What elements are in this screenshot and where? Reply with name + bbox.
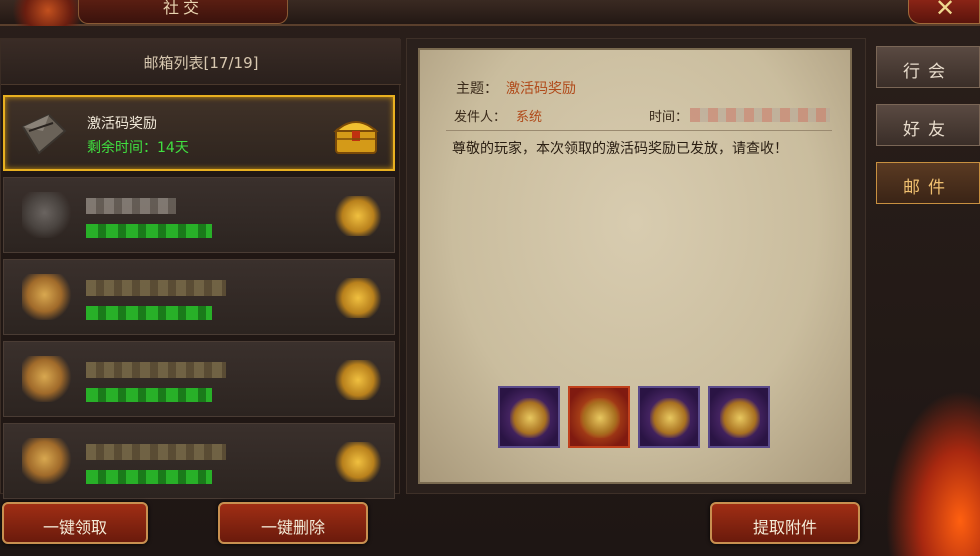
dragon-ornament-icon <box>0 0 80 26</box>
mail-item-icon <box>22 438 72 484</box>
treasure-chest-icon <box>334 278 382 318</box>
subject-label: 主题： <box>456 81 498 97</box>
tab-guild-label: 行会 <box>903 62 953 82</box>
mail-subject: 激活码奖励 <box>506 81 576 97</box>
attachment-slot[interactable] <box>498 386 560 448</box>
take-attachment-label: 提取附件 <box>752 518 817 537</box>
envelope-icon <box>21 113 67 155</box>
treasure-chest-icon <box>333 121 379 154</box>
mail-detail-parchment: 主题： 激活码奖励 发件人： 系统 时间： 尊敬的玩家，本次领取的激活码奖励已发… <box>418 48 852 484</box>
top-bar: 社交 ✕ <box>0 0 980 26</box>
game-window: 社交 ✕ 邮箱列表[17/19] 激活码奖励 剩余时间：14天 主题： 激活码奖… <box>0 0 980 556</box>
divider <box>446 130 832 131</box>
treasure-chest-icon <box>334 196 382 236</box>
tab-mail[interactable]: 邮件 <box>876 162 980 204</box>
claim-all-button[interactable]: 一键领取 <box>2 502 148 544</box>
fire-decoration <box>880 380 980 556</box>
window-title: 社交 <box>162 0 203 17</box>
tab-mail-label: 邮件 <box>903 178 953 198</box>
attachment-slot[interactable] <box>568 386 630 448</box>
mail-item-remaining-blurred <box>86 388 212 402</box>
tab-friends-label: 好友 <box>903 120 953 140</box>
mail-sender: 系统 <box>516 110 543 125</box>
mail-item-icon <box>22 356 72 402</box>
delete-all-label: 一键删除 <box>260 518 325 537</box>
attachment-item-icon <box>510 398 550 438</box>
mail-item-title-blurred <box>86 362 226 378</box>
attachment-slot[interactable] <box>638 386 700 448</box>
tab-friends[interactable]: 好友 <box>876 104 980 146</box>
mail-item-remaining-blurred <box>86 470 212 484</box>
mail-item-remaining: 剩余时间：14天 <box>87 140 189 156</box>
tab-guild[interactable]: 行会 <box>876 46 980 88</box>
take-attachment-button[interactable]: 提取附件 <box>710 502 860 544</box>
mail-item-remaining-blurred <box>86 224 212 238</box>
attachment-slot[interactable] <box>708 386 770 448</box>
mail-item-title-blurred <box>86 198 176 214</box>
mail-body: 尊敬的玩家，本次领取的激活码奖励已发放，请查收！ <box>452 141 788 157</box>
close-button[interactable]: ✕ <box>908 0 980 24</box>
mail-item[interactable] <box>3 423 395 499</box>
attachment-item-icon <box>580 398 620 438</box>
treasure-chest-icon <box>334 442 382 482</box>
delete-all-button[interactable]: 一键删除 <box>218 502 368 544</box>
treasure-chest-icon <box>334 360 382 400</box>
mail-item-title-blurred <box>86 280 226 296</box>
close-icon: ✕ <box>935 0 956 22</box>
mail-item[interactable] <box>3 177 395 253</box>
mail-list-panel: 邮箱列表[17/19] 激活码奖励 剩余时间：14天 <box>0 38 401 499</box>
mail-item[interactable] <box>3 341 395 417</box>
mail-item-remaining-blurred <box>86 306 212 320</box>
mail-item-title: 激活码奖励 <box>87 116 157 132</box>
sender-label: 发件人： <box>454 110 507 125</box>
title-plaque: 社交 <box>78 0 288 24</box>
mail-item-icon <box>22 274 72 320</box>
mail-item-selected[interactable]: 激活码奖励 剩余时间：14天 <box>3 95 395 171</box>
mail-item-icon <box>22 192 72 238</box>
mail-list-header: 邮箱列表[17/19] <box>1 39 401 85</box>
claim-all-label: 一键领取 <box>42 518 107 537</box>
mail-time-blurred <box>690 108 830 122</box>
mail-item-title-blurred <box>86 444 226 460</box>
attachment-item-icon <box>720 398 760 438</box>
mail-item[interactable] <box>3 259 395 335</box>
attachment-item-icon <box>650 398 690 438</box>
mail-list-count: 邮箱列表[17/19] <box>143 54 259 72</box>
time-label: 时间： <box>649 110 689 125</box>
